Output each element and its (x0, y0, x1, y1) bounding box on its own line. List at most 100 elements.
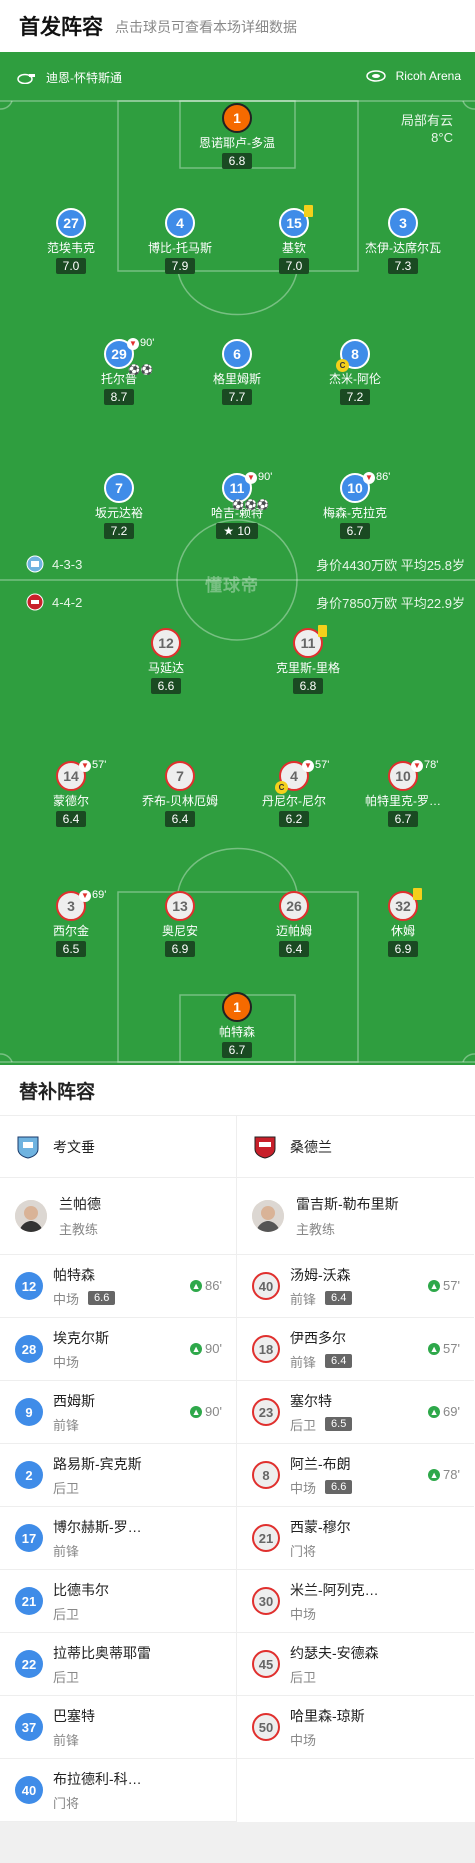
player-rating: 6.2 (278, 811, 310, 827)
position-label: 前锋 (290, 1291, 317, 1307)
sub-out-icon: ▼ (411, 760, 423, 772)
sub-minute: 86' (376, 471, 391, 483)
player-away[interactable]: 13 奥尼安 6.9 (120, 891, 240, 958)
sub-in-time: ▲ 90' (190, 1341, 222, 1356)
sub-player-row[interactable]: 2 路易斯-宾克斯 后卫 (0, 1444, 236, 1507)
sub-player-position: 前锋 (53, 1730, 95, 1749)
player-number: 11 (293, 625, 327, 658)
sub-player-row[interactable]: 21 比德韦尔 后卫 (0, 1570, 236, 1633)
sub-in-arrow-icon: ▲ (190, 1279, 203, 1292)
player-name: 休姆 (390, 924, 415, 938)
yellow-card-icon (413, 888, 422, 900)
player-rating: 6.7 (221, 1042, 253, 1058)
sub-out-icon: ▼ (363, 472, 375, 484)
sub-player-row[interactable]: 9 西姆斯 前锋 ▲ 90' (0, 1381, 236, 1444)
player-home[interactable]: 15 基钦 7.0 (234, 205, 354, 275)
sub-player-row[interactable]: 18 伊西多尔 前锋 6.4 ▲ 57' (237, 1318, 474, 1381)
sub-player-row[interactable]: 45 约瑟夫-安德森 后卫 (237, 1633, 474, 1696)
away-formation-row: 4-4-2 身价7850万欧 平均22.9岁 (0, 592, 475, 612)
player-away[interactable]: 3 ▼ 69' 西尔金 6.5 (11, 889, 131, 958)
sub-in-arrow-icon: ▲ (428, 1468, 441, 1481)
away-team-name: 桑德兰 (290, 1138, 332, 1155)
jersey-number: 15 (286, 215, 302, 231)
player-rating: 6.4 (164, 811, 196, 827)
sub-player-row[interactable]: 12 帕特森 中场 6.6 ▲ 86' (0, 1255, 236, 1318)
player-home[interactable]: 1 恩诺耶卢-多温 6.8 (177, 103, 297, 170)
home-value: 身价4430万欧 平均25.8岁 (316, 557, 465, 573)
player-home[interactable]: 3 杰伊-达席尔瓦 7.3 (343, 208, 463, 275)
away-coach-role: 主教练 (296, 1222, 336, 1237)
sub-player-number: 2 (15, 1461, 43, 1489)
player-name: 博比-托马斯 (148, 241, 212, 255)
player-number: 7 (165, 761, 195, 791)
sub-player-position: 前锋 (53, 1541, 142, 1560)
player-away[interactable]: 1 帕特森 6.7 (177, 992, 297, 1059)
jersey-number: 1 (233, 999, 241, 1015)
sub-player-row[interactable]: 17 博尔赫斯-罗… 前锋 (0, 1507, 236, 1570)
sub-player-number: 17 (15, 1524, 43, 1552)
player-home[interactable]: 27 范埃韦克 7.0 (11, 208, 131, 275)
player-name: 杰米-阿伦 (329, 372, 381, 386)
player-home[interactable]: 10 ▼ 86' 梅森-克拉克 6.7 (295, 471, 415, 540)
player-home[interactable]: 6 格里姆斯 7.7 (177, 339, 297, 406)
sub-in-arrow-icon: ▲ (428, 1279, 441, 1292)
sub-minute: 78' (424, 759, 439, 771)
player-name: 托尔普 (100, 372, 137, 386)
away-coach-row[interactable]: 雷吉斯-勒布里斯 主教练 (237, 1178, 474, 1255)
player-home[interactable]: 29 ▼ 90' ⚽⚽ 托尔普 8.7 (59, 337, 179, 406)
sub-player-row[interactable]: 22 拉蒂比奥蒂耶雷 后卫 (0, 1633, 236, 1696)
sub-player-row[interactable]: 40 汤姆-沃森 前锋 6.4 ▲ 57' (237, 1255, 474, 1318)
sub-player-name: 塞尔特 (290, 1392, 332, 1409)
player-number: 29 ▼ 90' ⚽⚽ (104, 337, 154, 376)
sub-player-name: 比德韦尔 (53, 1581, 109, 1598)
sub-player-name: 汤姆-沃森 (290, 1266, 351, 1283)
player-home[interactable]: 11 ▼ 90' ⚽⚽⚽ 哈吉-赖特 ★ 10 (177, 471, 297, 540)
player-away[interactable]: 14 ▼ 57' 蒙德尔 6.4 (11, 759, 131, 828)
player-number: 4 ▼ 57' C (275, 759, 329, 794)
sub-out-icon: ▼ (79, 890, 91, 902)
home-coach-row[interactable]: 兰帕德 主教练 (0, 1178, 236, 1255)
sub-player-row[interactable]: 21 西蒙-穆尔 门将 (237, 1507, 474, 1570)
sub-player-name: 哈里森-琼斯 (290, 1707, 365, 1724)
player-home[interactable]: 8 C 杰米-阿伦 7.2 (295, 339, 415, 406)
player-away[interactable]: 26 迈帕姆 6.4 (234, 891, 354, 958)
sub-minute: 57' (92, 759, 107, 771)
player-home[interactable]: 7 坂元达裕 7.2 (59, 473, 179, 540)
player-name: 奥尼安 (161, 924, 198, 938)
player-number: 8C (336, 339, 370, 372)
sub-minute: 90' (140, 337, 155, 349)
player-rating: 6.4 (55, 811, 87, 827)
jersey-number: 11 (300, 635, 316, 651)
player-away[interactable]: 4 ▼ 57' C 丹尼尔-尼尔 6.2 (234, 759, 354, 828)
player-rating: 6.7 (387, 811, 419, 827)
player-away[interactable]: 7 乔布-贝林厄姆 6.4 (120, 761, 240, 828)
player-away[interactable]: 10 ▼ 78' 帕特里克-罗… 6.7 (343, 759, 463, 828)
player-rating: 6.8 (292, 678, 324, 694)
sub-player-position: 中场 6.6 (290, 1478, 353, 1497)
player-home[interactable]: 4 博比-托马斯 7.9 (120, 208, 240, 275)
position-label: 中场 (290, 1606, 317, 1622)
sub-player-name: 约瑟夫-安德森 (290, 1644, 379, 1661)
player-number: 12 (151, 628, 181, 658)
sub-player-position: 中场 (290, 1730, 365, 1749)
player-away[interactable]: 32 休姆 6.9 (343, 888, 463, 958)
sub-player-row[interactable]: 8 阿兰-布朗 中场 6.6 ▲ 78' (237, 1444, 474, 1507)
sub-player-position: 后卫 (53, 1478, 142, 1497)
sub-player-row[interactable]: 37 巴塞特 前锋 (0, 1696, 236, 1759)
sub-player-row[interactable]: 28 埃克尔斯 中场 ▲ 90' (0, 1318, 236, 1381)
sub-player-row[interactable]: 30 米兰-阿列克… 中场 (237, 1570, 474, 1633)
sub-player-rating: 6.6 (325, 1480, 353, 1494)
player-number: 7 (104, 473, 134, 503)
sub-player-number: 30 (252, 1587, 280, 1615)
sub-player-row[interactable]: 40 布拉德利-科… 门将 (0, 1759, 236, 1822)
sub-player-row[interactable]: 23 塞尔特 后卫 6.5 ▲ 69' (237, 1381, 474, 1444)
player-name: 马延达 (147, 661, 184, 675)
player-away[interactable]: 11 克里斯-里格 6.8 (248, 625, 368, 695)
home-team-row[interactable]: 考文垂 (0, 1116, 236, 1178)
home-subs-column: 考文垂 兰帕德 主教练 12 帕特森 中场 6.6 ▲ 86' 28 埃克尔斯 中场 ▲ 90' 9 西姆… (0, 1116, 237, 1822)
player-away[interactable]: 12 马延达 6.6 (106, 628, 226, 695)
sub-player-row[interactable]: 50 哈里森-琼斯 中场 (237, 1696, 474, 1759)
player-rating: 6.8 (221, 153, 253, 169)
jersey-number: 13 (172, 898, 188, 914)
away-team-row[interactable]: 桑德兰 (237, 1116, 474, 1178)
